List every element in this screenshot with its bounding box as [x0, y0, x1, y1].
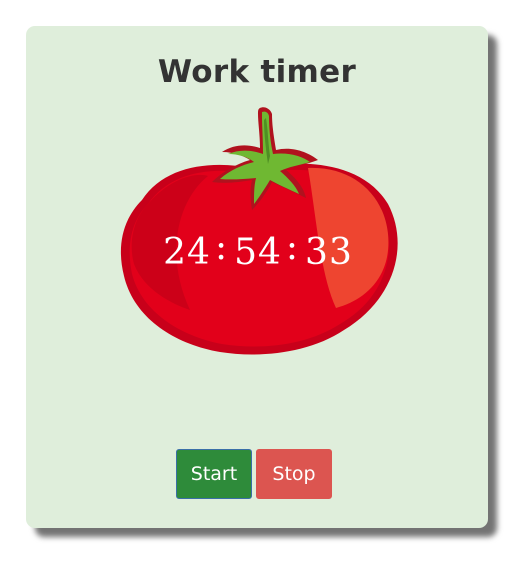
page-title: Work timer	[157, 54, 357, 90]
start-button[interactable]: Start	[176, 449, 252, 499]
timer-seconds: 33	[305, 232, 353, 273]
timer-separator: :	[285, 227, 300, 268]
timer-minutes: 54	[234, 232, 282, 273]
timer-hours: 24	[163, 232, 211, 273]
timer-card: Work timer 24:54:33 Start Stop	[26, 26, 488, 528]
timer-display: 24:54:33	[128, 227, 388, 273]
timer-separator: :	[214, 227, 229, 268]
timer-controls: Start Stop	[176, 449, 332, 499]
stop-button[interactable]: Stop	[256, 449, 332, 499]
